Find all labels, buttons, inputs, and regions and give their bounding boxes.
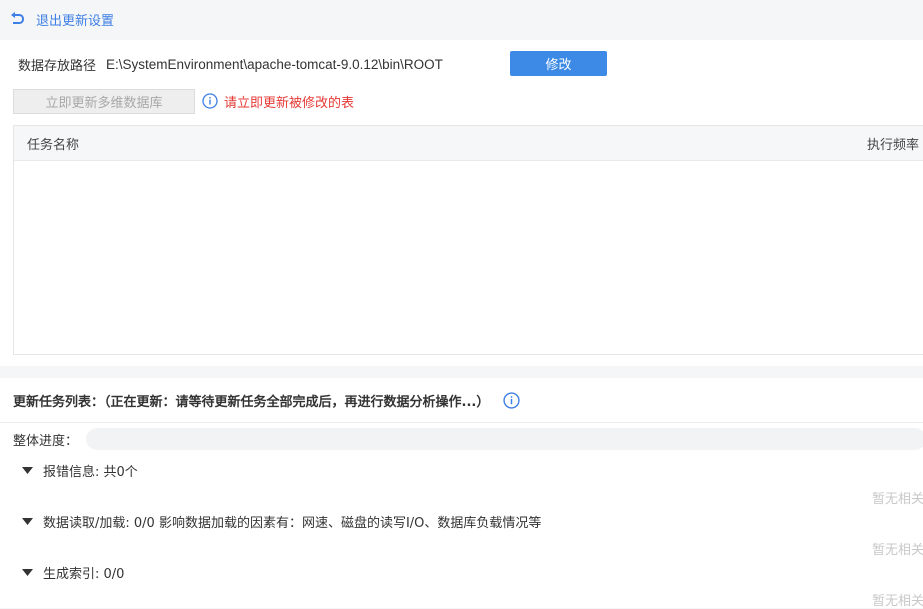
- section-build-index[interactable]: 生成索引: 0/0: [22, 563, 124, 582]
- update-hint: 请立即更新被修改的表: [202, 92, 354, 111]
- section-error-info-empty: 暂无相关: [872, 492, 923, 507]
- caret-down-icon: [22, 466, 33, 474]
- section-data-loading-empty: 暂无相关: [872, 543, 923, 558]
- task-table: 任务名称 执行频率: [13, 125, 923, 355]
- divider: [0, 422, 923, 423]
- column-frequency: 执行频率: [867, 137, 920, 153]
- data-path-value: E:\SystemEnvironment\apache-tomcat-9.0.1…: [106, 56, 443, 72]
- section-data-loading-label: 数据读取/加载: 0/0 影响数据加载的因素有：网速、磁盘的读写I/O、数据库负…: [43, 516, 542, 531]
- update-row: 立即更新多维数据库 请立即更新被修改的表: [13, 88, 354, 114]
- task-list-title: 更新任务列表：（正在更新：请等待更新任务全部完成后，再进行数据分析操作...）: [13, 390, 520, 410]
- modify-path-button[interactable]: 修改: [510, 51, 607, 76]
- data-path-label: 数据存放路径: [18, 58, 97, 74]
- info-icon: [202, 93, 218, 109]
- column-task-name: 任务名称: [27, 137, 80, 153]
- settings-panel: 数据存放路径 E:\SystemEnvironment\apache-tomca…: [0, 40, 923, 366]
- overall-progress-row: 整体进度：: [13, 428, 78, 450]
- update-task-panel: 更新任务列表：（正在更新：请等待更新任务全部完成后，再进行数据分析操作...） …: [0, 378, 923, 609]
- exit-update-settings-label: 退出更新设置: [36, 14, 115, 29]
- exit-update-settings-link[interactable]: 退出更新设置: [8, 10, 114, 29]
- info-icon[interactable]: [503, 391, 520, 409]
- task-list-title-text: 更新任务列表：（正在更新：请等待更新任务全部完成后，再进行数据分析操作...）: [13, 394, 490, 410]
- section-build-index-empty: 暂无相关: [872, 594, 923, 609]
- section-error-info[interactable]: 报错信息: 共0个: [22, 461, 138, 480]
- overall-progress-label: 整体进度：: [13, 433, 79, 449]
- task-table-header: 任务名称 执行频率: [14, 126, 923, 161]
- caret-down-icon: [22, 517, 33, 525]
- overall-progress-bar: [86, 428, 923, 450]
- section-build-index-label: 生成索引: 0/0: [43, 567, 125, 582]
- top-bar: 退出更新设置: [0, 0, 923, 39]
- data-path-row: 数据存放路径 E:\SystemEnvironment\apache-tomca…: [18, 52, 443, 76]
- section-data-loading[interactable]: 数据读取/加载: 0/0 影响数据加载的因素有：网速、磁盘的读写I/O、数据库负…: [22, 512, 541, 531]
- update-hint-text: 请立即更新被修改的表: [224, 95, 355, 111]
- update-now-button[interactable]: 立即更新多维数据库: [13, 88, 195, 114]
- section-error-info-label: 报错信息: 共0个: [43, 465, 138, 480]
- back-arrow-icon: [11, 11, 24, 24]
- caret-down-icon: [22, 568, 33, 576]
